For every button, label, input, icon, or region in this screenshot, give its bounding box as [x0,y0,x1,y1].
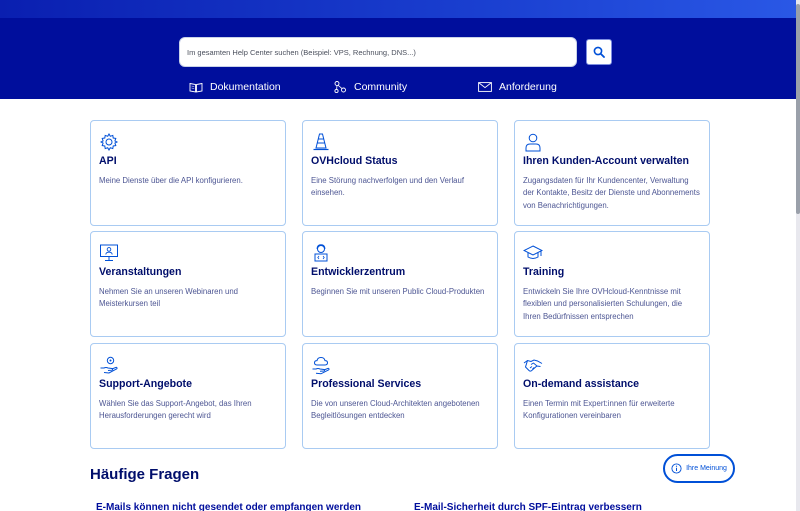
graduation-cap-icon [523,245,543,259]
nav-community[interactable]: Community [333,79,407,95]
card-developer-center[interactable]: Entwicklerzentrum Beginnen Sie mit unser… [302,231,498,337]
nav-request[interactable]: Anforderung [478,79,557,95]
nav-request-label: Anforderung [499,81,557,93]
info-icon [671,463,682,474]
support-hand-icon [100,356,118,374]
mail-icon [478,82,492,92]
card-description: Entwickeln Sie Ihre OVHcloud-Kenntnisse … [523,287,683,321]
user-icon [525,133,541,152]
handshake-icon [523,359,543,372]
card-on-demand-assistance[interactable]: On-demand assistance Einen Termin mit Ex… [514,343,710,449]
nav-community-label: Community [354,81,408,93]
card-description: Beginnen Sie mit unseren Public Cloud-Pr… [311,287,485,296]
card-customer-account[interactable]: Ihren Kunden-Account verwalten Zugangsda… [514,120,710,226]
card-title: On-demand assistance [523,378,639,390]
hero-banner: Dokumentation Community Anforderung [0,0,800,99]
feedback-label: Ihre Meinung [686,465,727,472]
card-training[interactable]: Training Entwickeln Sie Ihre OVHcloud-Ke… [514,231,710,337]
card-description: Meine Dienste über die API konfigurieren… [99,176,243,185]
card-title: Training [523,266,565,278]
card-ovhcloud-status[interactable]: OVHcloud Status Eine Störung nachverfolg… [302,120,498,226]
search-icon [593,46,605,58]
gear-icon [99,132,119,152]
monitor-user-icon [100,244,118,261]
card-professional-services[interactable]: Professional Services Die von unseren Cl… [302,343,498,449]
card-description: Eine Störung nachverfolgen und den Verla… [311,176,465,198]
traffic-cone-icon [313,133,329,151]
search-input[interactable] [179,37,577,67]
book-icon [189,82,203,93]
page-scrollbar[interactable] [796,0,800,511]
hero-gradient-strip [0,0,800,18]
card-title: OVHcloud Status [311,155,398,167]
card-title: Veranstaltungen [99,266,182,278]
card-description: Einen Termin mit Expert:innen für erweit… [523,399,675,421]
card-title: API [99,155,117,167]
card-description: Zugangsdaten für Ihr Kundencenter, Verwa… [523,176,700,210]
nav-documentation-label: Dokumentation [210,81,281,93]
scrollbar-thumb[interactable] [796,4,800,214]
nav-documentation[interactable]: Dokumentation [189,79,281,95]
community-icon [334,81,346,94]
card-api[interactable]: API Meine Dienste über die API konfiguri… [90,120,286,226]
card-title: Professional Services [311,378,422,390]
card-title: Ihren Kunden-Account verwalten [523,155,689,167]
card-title: Entwicklerzentrum [311,266,406,278]
faq-heading: Häufige Fragen [90,466,200,483]
card-description: Wählen Sie das Support-Angebot, das Ihre… [99,399,252,421]
card-events[interactable]: Veranstaltungen Nehmen Sie an unseren We… [90,231,286,337]
card-description: Nehmen Sie an unseren Webinaren und Meis… [99,287,238,309]
developer-icon [314,244,328,262]
feedback-button[interactable]: Ihre Meinung [663,454,735,483]
faq-link-email-send-receive[interactable]: E-Mails können nicht gesendet oder empfa… [96,502,361,511]
card-description: Die von unseren Cloud-Architekten angebo… [311,399,480,421]
card-support-offers[interactable]: Support-Angebote Wählen Sie das Support-… [90,343,286,449]
cloud-hand-icon [312,356,330,375]
search-button[interactable] [586,39,612,65]
faq-link-spf-security[interactable]: E-Mail-Sicherheit durch SPF-Eintrag verb… [414,502,642,511]
card-title: Support-Angebote [99,378,192,390]
